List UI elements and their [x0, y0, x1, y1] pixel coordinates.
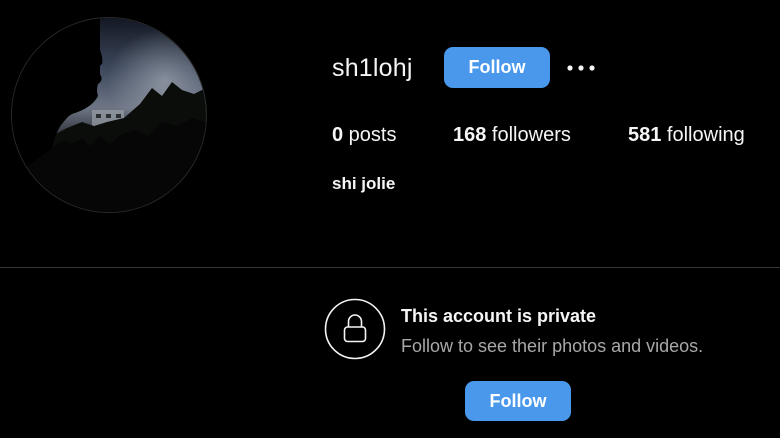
posts-count-value: 0 — [332, 124, 344, 146]
profile-full-name: shi jolie — [332, 174, 396, 193]
followers-count-value: 168 — [453, 124, 487, 146]
avatar-image — [12, 18, 206, 212]
profile-avatar[interactable] — [12, 18, 206, 212]
following-link[interactable]: 581 following — [628, 122, 745, 148]
more-options-button[interactable] — [566, 57, 596, 79]
following-count-value: 581 — [628, 124, 662, 146]
follow-button-private[interactable]: Follow — [465, 381, 571, 421]
section-divider — [0, 267, 780, 268]
private-account-title: This account is private — [401, 306, 597, 326]
followers-label: followers — [486, 124, 571, 146]
lock-icon — [324, 298, 386, 360]
posts-count: 0 posts — [332, 122, 396, 148]
private-account-subtitle: Follow to see their photos and videos. — [401, 336, 704, 356]
posts-count-label: posts — [343, 124, 397, 146]
followers-link[interactable]: 168 followers — [453, 122, 571, 148]
follow-button[interactable]: Follow — [444, 47, 550, 88]
profile-username: sh1lohj — [332, 54, 413, 82]
following-label: following — [661, 124, 745, 146]
more-options-icon — [567, 65, 595, 71]
